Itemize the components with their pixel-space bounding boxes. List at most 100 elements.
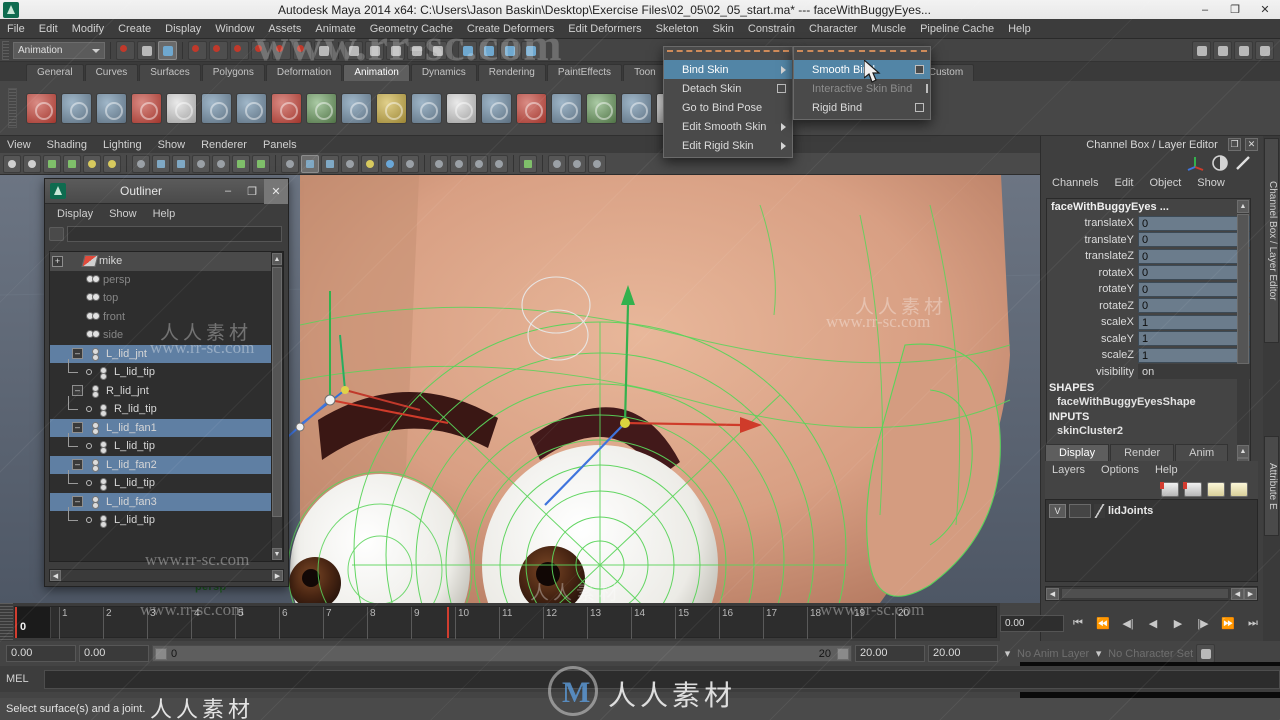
- layer-list-scrollbar[interactable]: ◀ ◀ ▶: [1045, 586, 1258, 601]
- menu-muscle[interactable]: Muscle: [864, 20, 913, 38]
- outliner-row-l-lid-tip-2[interactable]: L_lid_tip: [50, 433, 283, 456]
- menu-animate[interactable]: Animate: [308, 20, 362, 38]
- expander-icon[interactable]: –: [72, 385, 83, 397]
- menu-item-detach-skin[interactable]: Detach Skin: [664, 79, 792, 98]
- menu-assets[interactable]: Assets: [261, 20, 308, 38]
- shelf-tab-animation[interactable]: Animation: [343, 64, 410, 81]
- viewport-menu-show[interactable]: Show: [151, 138, 193, 152]
- menu-item-interactive-skin-bind[interactable]: Interactive Skin Bind: [794, 79, 930, 98]
- channel-row-rotateY[interactable]: rotateY 0: [1047, 281, 1250, 298]
- option-box-icon[interactable]: [915, 103, 924, 112]
- expander-icon[interactable]: +: [52, 255, 63, 267]
- step-forward-keyframe-button[interactable]: ⏩: [1217, 613, 1239, 633]
- outliner-menu-display[interactable]: Display: [49, 207, 101, 221]
- animation-end-time-field[interactable]: 20.00: [928, 645, 998, 662]
- shelf-wire-tool-icon[interactable]: [551, 92, 582, 124]
- shelf-blend-shape-icon[interactable]: [446, 92, 477, 124]
- smooth-shade-selected-icon[interactable]: [321, 154, 339, 173]
- layer-menu-options[interactable]: Options: [1094, 463, 1146, 477]
- menu-item-edit-rigid-skin[interactable]: Edit Rigid Skin: [664, 136, 792, 155]
- show-hide-ui-icon[interactable]: [132, 154, 150, 173]
- command-input[interactable]: [44, 669, 1280, 689]
- menu-item-edit-smooth-skin[interactable]: Edit Smooth Skin: [664, 117, 792, 136]
- layer-list[interactable]: V lidJoints: [1045, 499, 1258, 582]
- menu-edit[interactable]: Edit: [32, 20, 65, 38]
- outliner-minimize-button[interactable]: –: [216, 179, 240, 204]
- channel-row-rotateX[interactable]: rotateX 0: [1047, 265, 1250, 282]
- menu-item-smooth-bind[interactable]: Smooth Bind: [794, 60, 930, 79]
- vtab-channel-box-layer-editor[interactable]: Channel Box / Layer Editor: [1264, 138, 1279, 343]
- layer-playback-toggle[interactable]: [1069, 504, 1091, 518]
- outliner-row-persp[interactable]: persp: [50, 271, 283, 290]
- menu-modify[interactable]: Modify: [65, 20, 111, 38]
- wireframe-shading-icon[interactable]: [281, 154, 299, 173]
- layer-menu-help[interactable]: Help: [1148, 463, 1185, 477]
- shelf-tab-polygons[interactable]: Polygons: [201, 64, 265, 81]
- screen-space-ao-icon[interactable]: [430, 154, 448, 173]
- option-box-icon[interactable]: [777, 84, 786, 93]
- shelf-orient-constraint-icon[interactable]: [376, 92, 407, 124]
- select-by-object-type-icon[interactable]: [137, 40, 156, 60]
- shelf-lattice-icon[interactable]: [481, 92, 512, 124]
- outliner-horizontal-scrollbar[interactable]: ◀ ▶: [49, 569, 284, 582]
- scene-export-icon[interactable]: [588, 154, 606, 173]
- anim-layer-dropdown-arrow-icon[interactable]: ▾: [1001, 645, 1014, 662]
- channel-box-menu-channels[interactable]: Channels: [1045, 176, 1105, 190]
- two-pane-icon[interactable]: [83, 154, 101, 173]
- shelf-wrap-icon[interactable]: [586, 92, 617, 124]
- channel-row-scaleY[interactable]: scaleY 1: [1047, 331, 1250, 348]
- xray-icon[interactable]: [212, 154, 230, 173]
- playback-start-time-field[interactable]: 0.00: [79, 645, 149, 662]
- snap-to-point-icon[interactable]: [386, 40, 405, 60]
- channel-box-menu-edit[interactable]: Edit: [1107, 176, 1140, 190]
- smooth-shade-all-icon[interactable]: [301, 154, 319, 173]
- outliner-vertical-scrollbar[interactable]: ▲ ▼: [271, 252, 283, 561]
- play-forwards-button[interactable]: ▶: [1167, 613, 1189, 633]
- channel-value[interactable]: 1: [1138, 347, 1250, 363]
- layer-menu-layers[interactable]: Layers: [1045, 463, 1092, 477]
- isolate-select-icon[interactable]: [519, 154, 537, 173]
- step-forward-frame-button[interactable]: |▶: [1192, 613, 1214, 633]
- bind-skin-submenu[interactable]: Smooth Bind Interactive Skin Bind Rigid …: [793, 46, 931, 120]
- scrollbar-thumb[interactable]: [1237, 214, 1249, 364]
- channel-row-translateZ[interactable]: translateZ 0: [1047, 248, 1250, 265]
- shelf-parent-constraint-icon[interactable]: [306, 92, 337, 124]
- axis-tripod-icon[interactable]: [1187, 155, 1205, 171]
- use-all-lights-icon[interactable]: [381, 154, 399, 173]
- scrollbar-thumb[interactable]: [272, 267, 282, 517]
- viewport-menu-renderer[interactable]: Renderer: [194, 138, 254, 152]
- resolution-gate-icon[interactable]: [172, 154, 190, 173]
- scroll-left-arrow-icon[interactable]: ◀: [50, 570, 61, 581]
- move-layer-down-icon[interactable]: [1230, 481, 1248, 497]
- playback-time-field[interactable]: 0.00: [1000, 614, 1064, 632]
- scrollbar-track[interactable]: [1061, 588, 1229, 599]
- outliner-row-front[interactable]: front: [50, 308, 283, 327]
- toolbar-grip[interactable]: [2, 40, 9, 60]
- shelf-ik-spline-handle-icon[interactable]: [96, 92, 127, 124]
- construction-history-icon[interactable]: [458, 40, 477, 60]
- outliner-close-button[interactable]: ✕: [264, 178, 288, 204]
- paint-weights-icon[interactable]: [1235, 155, 1251, 171]
- menu-constrain[interactable]: Constrain: [741, 20, 802, 38]
- open-attribute-editor-icon[interactable]: [1234, 40, 1253, 60]
- bookmark-icon[interactable]: [43, 154, 61, 173]
- dynamic-mask-icon[interactable]: [272, 40, 291, 60]
- step-back-frame-button[interactable]: ◀|: [1117, 613, 1139, 633]
- viewport-menu-shading[interactable]: Shading: [40, 138, 94, 152]
- shelf-tab-rendering[interactable]: Rendering: [477, 64, 546, 81]
- motion-blur-icon[interactable]: [450, 154, 468, 173]
- shelf-tab-general[interactable]: General: [26, 64, 84, 81]
- shadows-icon[interactable]: [401, 154, 419, 173]
- handle-mask-icon[interactable]: [188, 40, 207, 60]
- time-slider[interactable]: 0 1 2 3 4 5 6 7 8 9 10 11 12 13 14 15 16…: [0, 603, 1000, 641]
- deformation-mask-icon[interactable]: [251, 40, 270, 60]
- outliner-row-l-lid-fan2[interactable]: – L_lid_fan2: [50, 455, 283, 474]
- go-to-start-button[interactable]: ⏮: [1067, 613, 1089, 633]
- channel-value[interactable]: 0: [1138, 298, 1250, 314]
- ipr-render-icon[interactable]: [500, 40, 519, 60]
- outliner-row-l-lid-tip-3[interactable]: L_lid_tip: [50, 470, 283, 493]
- channel-value[interactable]: 0: [1138, 281, 1250, 297]
- render-view-icon[interactable]: [479, 40, 498, 60]
- current-frame-marker[interactable]: 0: [15, 607, 51, 638]
- channel-value[interactable]: 0: [1138, 248, 1250, 264]
